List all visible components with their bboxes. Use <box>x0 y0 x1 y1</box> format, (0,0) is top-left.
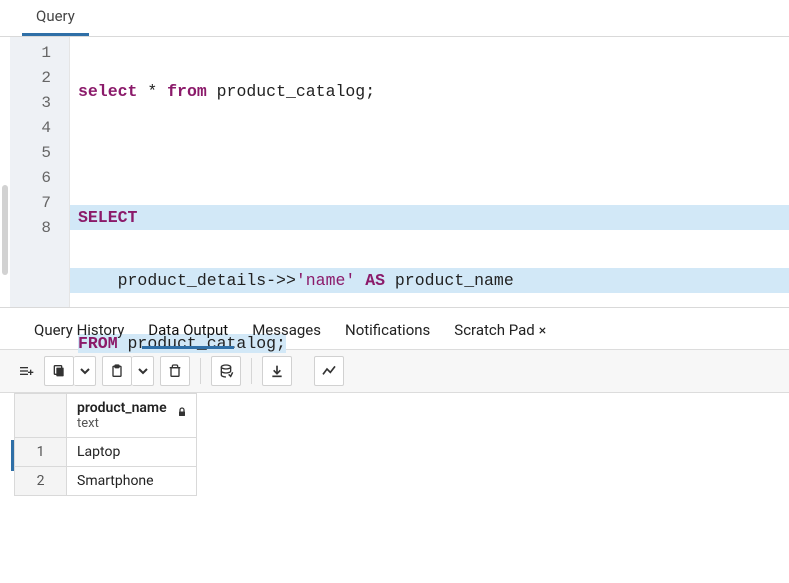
code-line: product_details->>'name' AS product_name <box>70 268 789 293</box>
cell[interactable]: Laptop <box>67 438 197 467</box>
add-row-button[interactable] <box>14 356 38 386</box>
table-row[interactable]: 2 Smartphone <box>15 467 197 496</box>
line-number: 4 <box>10 116 69 141</box>
line-number: 1 <box>10 41 69 66</box>
tab-notifications[interactable]: Notifications <box>333 315 442 349</box>
app-root: Query 1 2 3 4 5 6 7 8 select * from prod… <box>0 0 789 533</box>
data-grid[interactable]: product_name text 1 Laptop 2 <box>0 393 789 533</box>
table-row[interactable]: 1 Laptop <box>15 438 197 467</box>
rows-plus-icon <box>18 363 34 379</box>
sql-editor: 1 2 3 4 5 6 7 8 select * from product_ca… <box>0 37 789 307</box>
scrollbar-vertical[interactable] <box>0 37 10 307</box>
line-number: 7 <box>10 191 69 216</box>
code-line: select * from product_catalog; <box>70 79 789 104</box>
tab-scratch-pad[interactable]: Scratch Pad× <box>442 315 558 349</box>
code-area[interactable]: select * from product_catalog; SELECT pr… <box>70 37 789 307</box>
active-row-indicator <box>11 440 14 471</box>
row-number[interactable]: 2 <box>15 467 67 496</box>
line-number: 8 <box>10 216 69 241</box>
line-number-gutter: 1 2 3 4 5 6 7 8 <box>10 37 70 307</box>
code-line <box>70 142 789 167</box>
tab-query-label: Query <box>36 7 75 25</box>
column-name: product_name <box>77 400 167 416</box>
column-header[interactable]: product_name text <box>67 394 197 438</box>
line-number: 3 <box>10 91 69 116</box>
cell[interactable]: Smartphone <box>67 467 197 496</box>
lock-icon <box>176 406 188 422</box>
row-number[interactable]: 1 <box>15 438 67 467</box>
grid-select-all[interactable] <box>15 394 67 438</box>
line-number: 6 <box>10 166 69 191</box>
tab-data-output[interactable]: Data Output <box>136 315 240 349</box>
tab-query[interactable]: Query <box>22 0 89 36</box>
tab-query-history[interactable]: Query History <box>22 315 136 349</box>
column-type: text <box>77 416 186 431</box>
line-number: 5 <box>10 141 69 166</box>
tab-messages[interactable]: Messages <box>240 315 333 349</box>
copy-icon <box>51 363 67 379</box>
editor-tabs: Query <box>0 0 789 37</box>
line-number: 2 <box>10 66 69 91</box>
code-line: SELECT <box>70 205 789 230</box>
close-icon[interactable]: × <box>539 323 546 339</box>
